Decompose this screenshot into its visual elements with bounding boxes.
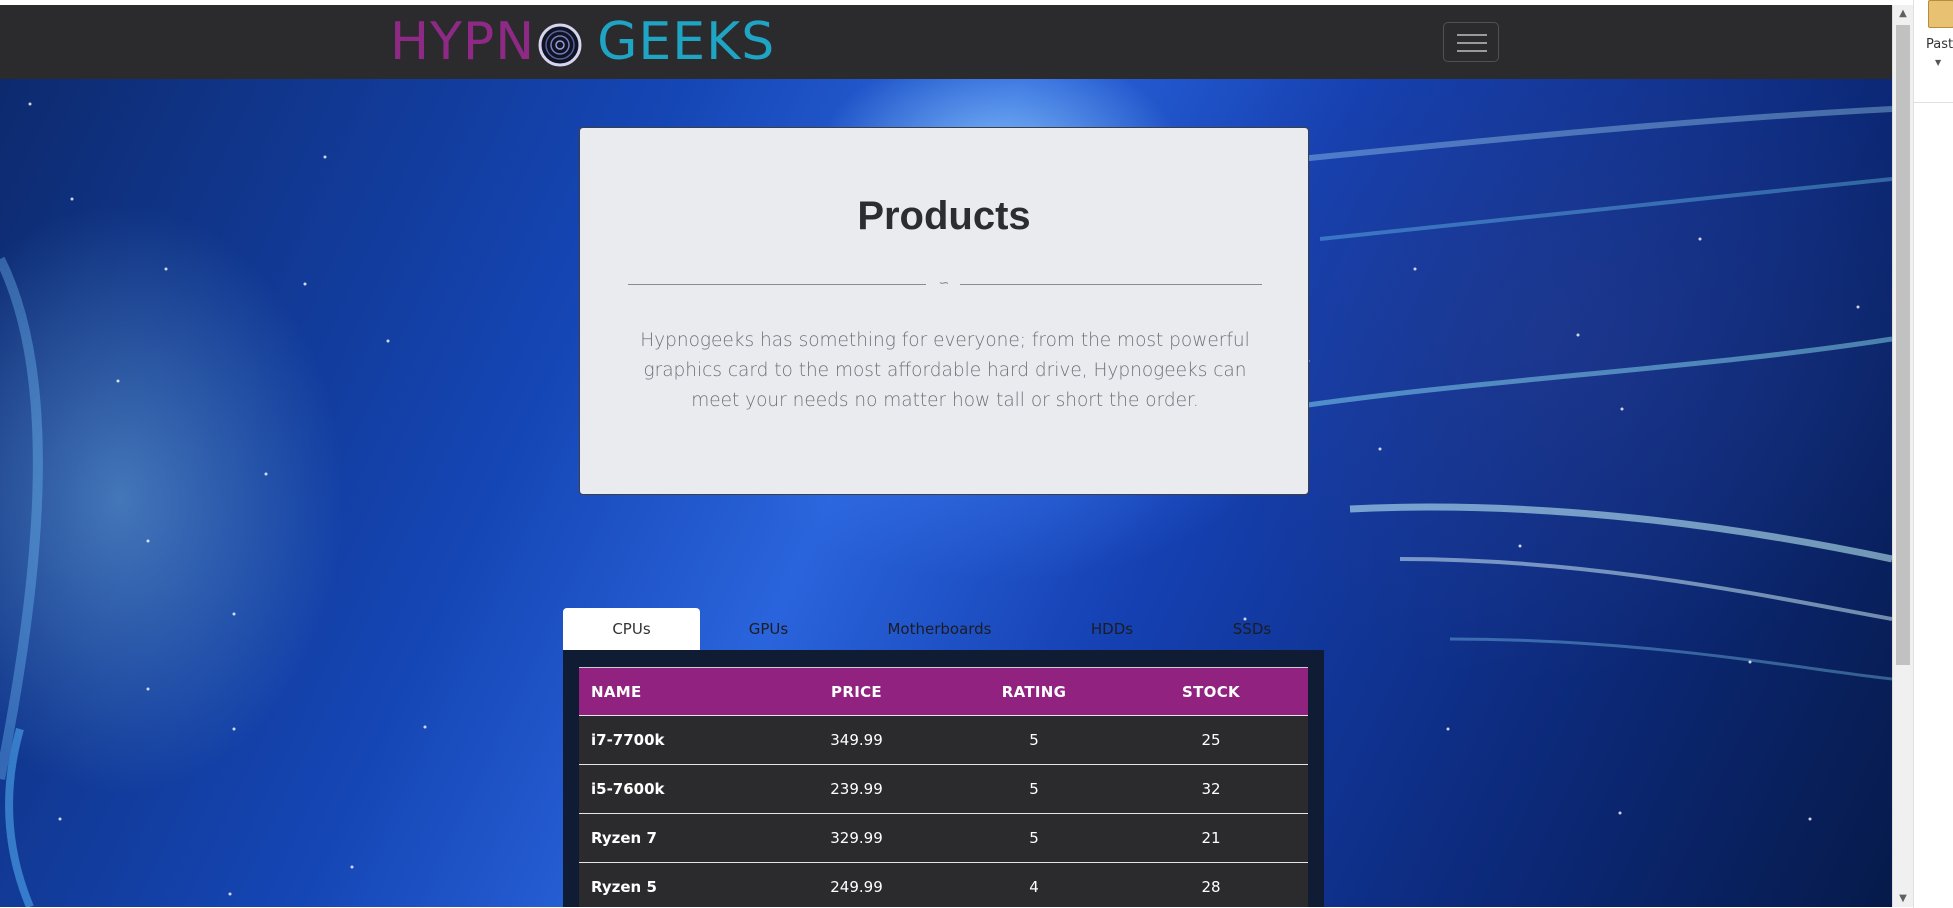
cell-stock: 25	[1201, 731, 1221, 749]
product-category-tabs: CPUs GPUs Motherboards HDDs SSDs	[563, 608, 1323, 650]
table-row: Ryzen 5 249.99 4 28	[579, 862, 1308, 907]
panel-divider	[1914, 102, 1953, 103]
cell-name: i7-7700k	[591, 731, 665, 749]
cell-stock: 21	[1201, 829, 1221, 847]
scrollbar-thumb[interactable]	[1896, 25, 1910, 665]
cell-name: i5-7600k	[591, 780, 665, 798]
table-row: Ryzen 7 329.99 5 21	[579, 813, 1308, 862]
paste-label[interactable]: Past	[1926, 37, 1953, 52]
tab-hdds[interactable]: HDDs	[1042, 608, 1182, 650]
tab-ssds[interactable]: SSDs	[1182, 608, 1322, 650]
hypno-spiral-logo-icon	[538, 20, 582, 67]
cell-price: 239.99	[830, 780, 883, 798]
cell-rating: 4	[1029, 878, 1039, 896]
cell-rating: 5	[1029, 731, 1039, 749]
cell-name: Ryzen 7	[591, 829, 657, 847]
chevron-up-icon[interactable]: ▲	[1893, 5, 1913, 22]
cell-stock: 32	[1201, 780, 1221, 798]
side-app-panel: Past ▼	[1913, 0, 1953, 908]
table-row: i5-7600k 239.99 5 32	[579, 764, 1308, 813]
column-header-stock: STOCK	[1182, 682, 1240, 701]
column-header-rating: RATING	[1001, 682, 1067, 701]
cell-rating: 5	[1029, 780, 1039, 798]
products-table: NAME PRICE RATING STOCK i7-7700k 349.99 …	[579, 667, 1308, 907]
tab-gpus[interactable]: GPUs	[700, 608, 837, 650]
page-title: Products	[857, 194, 1031, 238]
flourish-icon: ∽	[938, 276, 950, 291]
brand-geeks-text: GEEKS	[597, 12, 776, 72]
hamburger-menu-icon	[1457, 34, 1487, 52]
products-table-panel: NAME PRICE RATING STOCK i7-7700k 349.99 …	[563, 650, 1324, 907]
divider-line-left	[628, 284, 926, 285]
chevron-down-icon[interactable]: ▼	[1893, 890, 1913, 907]
navbar-toggle-button[interactable]	[1443, 22, 1499, 62]
table-header-row: NAME PRICE RATING STOCK	[579, 667, 1308, 715]
chevron-down-icon[interactable]: ▼	[1935, 58, 1941, 67]
column-header-price: PRICE	[831, 682, 882, 701]
brand-hypno-text: HYPN	[390, 12, 536, 72]
divider-line-right	[960, 284, 1262, 285]
table-row: i7-7700k 349.99 5 25	[579, 715, 1308, 764]
intro-paragraph: Hypnogeeks has something for everyone; f…	[640, 330, 1250, 411]
cell-price: 349.99	[830, 731, 883, 749]
top-navbar: HYPN GEEKS	[0, 5, 1892, 79]
cell-rating: 5	[1029, 829, 1039, 847]
tab-cpus[interactable]: CPUs	[563, 608, 700, 650]
brand-logo-link[interactable]: HYPN GEEKS	[390, 12, 776, 72]
clipboard-icon[interactable]	[1928, 0, 1953, 28]
cell-price: 249.99	[830, 878, 883, 896]
column-header-name: NAME	[591, 682, 642, 701]
cell-name: Ryzen 5	[591, 878, 657, 896]
vertical-scrollbar[interactable]: ▲ ▼	[1892, 5, 1913, 907]
cell-stock: 28	[1201, 878, 1221, 896]
cell-price: 329.99	[830, 829, 883, 847]
products-intro-card: Products ∽ Hypnogeeks has something for …	[579, 127, 1309, 495]
tab-motherboards[interactable]: Motherboards	[837, 608, 1042, 650]
browser-viewport: HYPN GEEKS Products ∽ Hypnogeeks has som…	[0, 5, 1892, 907]
